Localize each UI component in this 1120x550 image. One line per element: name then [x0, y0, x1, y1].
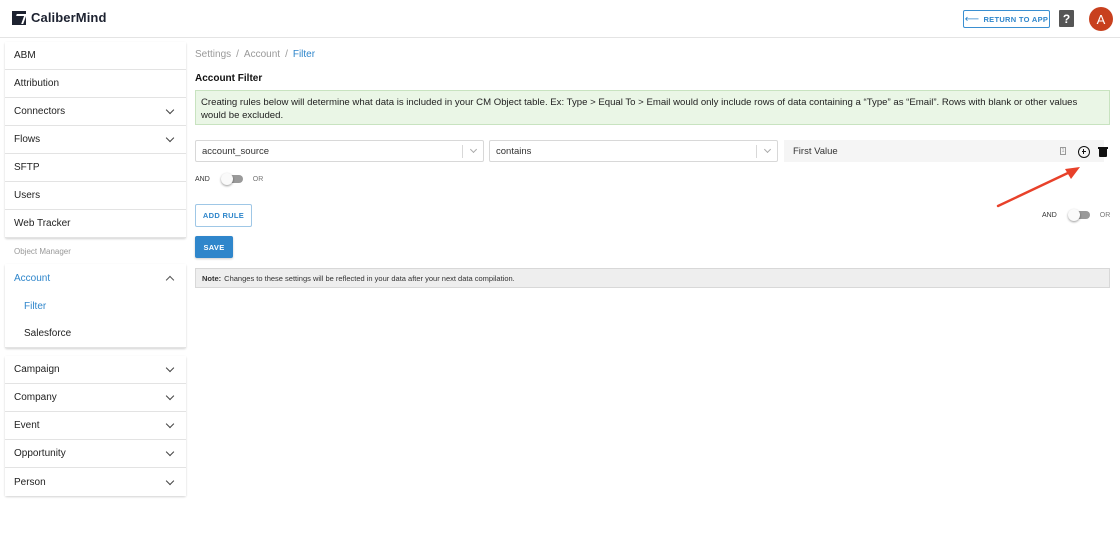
sidebar-item-abm[interactable]: ABM	[5, 42, 186, 70]
select-separator	[462, 145, 463, 158]
number-icon[interactable]: 1	[1060, 147, 1066, 155]
breadcrumb-separator: /	[285, 49, 288, 60]
save-button[interactable]: SAVE	[195, 236, 233, 258]
sidebar-item-users[interactable]: Users	[5, 182, 186, 210]
field-select[interactable]: account_source	[195, 140, 484, 162]
sidebar-objects-group: Account Filter Salesforce	[5, 264, 186, 348]
note-prefix: Note:	[202, 273, 222, 283]
sidebar-item-sftp[interactable]: SFTP	[5, 154, 186, 182]
toggle-switch[interactable]	[220, 173, 243, 185]
toggle-knob	[220, 173, 233, 185]
sidebar-item-label: Event	[14, 420, 40, 431]
or-label: OR	[1099, 211, 1111, 219]
sidebar-item-label: Flows	[14, 134, 41, 145]
chevron-down-icon	[165, 105, 175, 115]
return-to-app-button[interactable]: ⟵ RETURN TO APP	[963, 10, 1050, 28]
sidebar-item-connectors[interactable]: Connectors	[5, 98, 186, 126]
chevron-down-icon	[165, 391, 175, 401]
sidebar-item-label: Users	[14, 190, 41, 201]
trash-icon[interactable]	[1098, 147, 1108, 157]
sidebar-item-label: Person	[14, 476, 46, 488]
info-banner: Creating rules below will determine what…	[195, 90, 1110, 125]
chevron-down-icon	[763, 145, 772, 154]
sidebar-item-label: Account	[14, 272, 51, 284]
sidebar-item-person[interactable]: Person	[5, 468, 186, 496]
sidebar-item-label: Attribution	[14, 78, 60, 89]
sidebar-subitem-filter[interactable]: Filter	[5, 292, 186, 320]
outer-and-or-toggle[interactable]: AND OR	[1042, 209, 1111, 221]
toggle-knob	[1067, 209, 1080, 221]
annotation-arrow	[996, 167, 1080, 208]
chevron-down-icon	[165, 447, 175, 457]
return-to-app-label: RETURN TO APP	[983, 14, 1049, 24]
app-logo[interactable]: CaliberMind	[12, 10, 107, 25]
field-select-value: account_source	[202, 145, 270, 157]
sidebar-item-label: Campaign	[14, 364, 60, 375]
sidebar-item-label: Company	[14, 392, 57, 403]
toggle-switch[interactable]	[1067, 209, 1090, 221]
app-name: CaliberMind	[31, 10, 107, 25]
chevron-down-icon	[165, 363, 175, 373]
sidebar-item-event[interactable]: Event	[5, 412, 186, 440]
sidebar-item-opportunity[interactable]: Opportunity	[5, 440, 186, 468]
sidebar-item-label: Opportunity	[14, 448, 66, 459]
chevron-down-icon	[165, 419, 175, 429]
filter-rule-row: account_source contains First Value 1	[195, 140, 1110, 162]
and-label: AND	[1042, 211, 1057, 219]
sidebar-objects-list: Campaign Company Event Opportunity Perso…	[5, 356, 186, 496]
value-input[interactable]: First Value	[784, 140, 1104, 162]
sidebar-item-campaign[interactable]: Campaign	[5, 356, 186, 384]
sidebar-item-company[interactable]: Company	[5, 384, 186, 412]
chevron-down-icon	[469, 145, 478, 154]
and-label: AND	[195, 175, 210, 183]
page-title: Account Filter	[195, 73, 263, 84]
sidebar-item-flows[interactable]: Flows	[5, 126, 186, 154]
note-banner: Note: Changes to these settings will be …	[195, 268, 1110, 288]
sidebar-item-web-tracker[interactable]: Web Tracker	[5, 210, 186, 238]
breadcrumb-filter: Filter	[292, 49, 316, 60]
top-bar: CaliberMind ⟵ RETURN TO APP ? A	[0, 0, 1120, 38]
return-arrow-icon: ⟵	[964, 13, 980, 25]
sidebar-main-group: ABM Attribution Connectors Flows SFTP Us…	[5, 42, 186, 238]
logo-icon	[12, 10, 26, 25]
sidebar-item-attribution[interactable]: Attribution	[5, 70, 186, 98]
value-input-placeholder: First Value	[793, 145, 838, 157]
breadcrumb: Settings / Account / Filter	[195, 49, 315, 60]
add-circle-icon[interactable]	[1078, 146, 1090, 158]
chevron-up-icon	[165, 275, 175, 284]
sidebar: ABM Attribution Connectors Flows SFTP Us…	[5, 42, 186, 496]
select-separator	[756, 145, 757, 158]
operator-select-value: contains	[496, 145, 532, 157]
sidebar-item-label: Connectors	[14, 106, 66, 117]
breadcrumb-account[interactable]: Account	[244, 49, 280, 60]
or-label: OR	[252, 175, 264, 183]
breadcrumb-settings[interactable]: Settings	[195, 49, 231, 60]
sidebar-item-account[interactable]: Account	[5, 264, 186, 292]
operator-select[interactable]: contains	[489, 140, 778, 162]
chevron-down-icon	[165, 133, 175, 143]
note-text: Changes to these settings will be reflec…	[224, 273, 515, 283]
chevron-down-icon	[165, 476, 175, 485]
inner-and-or-toggle[interactable]: AND OR	[195, 173, 264, 185]
breadcrumb-separator: /	[236, 49, 239, 60]
add-rule-button[interactable]: ADD RULE	[195, 204, 252, 227]
help-icon[interactable]: ?	[1059, 10, 1074, 27]
sidebar-item-label: ABM	[14, 50, 36, 61]
object-manager-heading: Object Manager	[14, 246, 71, 256]
sidebar-subitem-salesforce[interactable]: Salesforce	[5, 320, 186, 348]
sidebar-item-label: SFTP	[14, 162, 40, 173]
avatar[interactable]: A	[1089, 7, 1113, 31]
sidebar-item-label: Web Tracker	[14, 218, 71, 229]
